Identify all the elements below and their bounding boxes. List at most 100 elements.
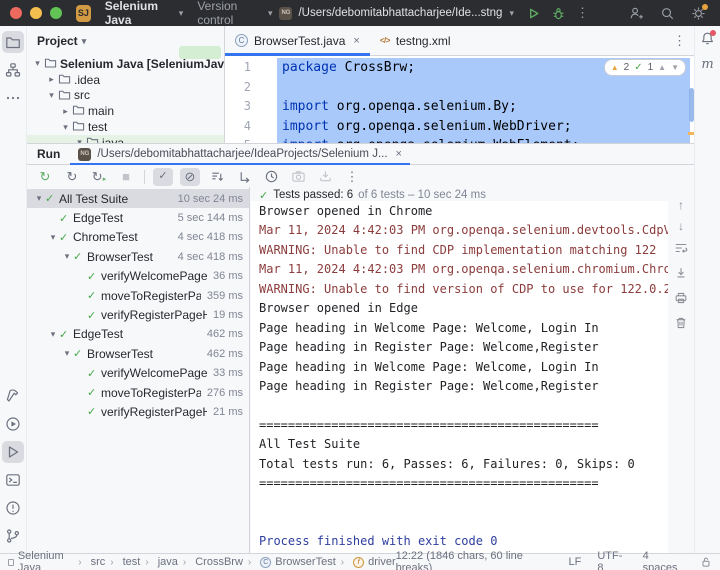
build-hammer-icon[interactable] (2, 385, 24, 407)
editor-body[interactable]: 12345 package CrossBrw; import org.openq… (225, 56, 694, 143)
show-ignored-icon[interactable]: ⊘ (180, 167, 200, 186)
project-tree-row[interactable]: ▾ java (27, 134, 224, 143)
test-tree-row[interactable]: ✓ moveToRegisterPage (1) 276 ms (27, 383, 249, 402)
project-tree-row[interactable]: ▸ .idea (27, 72, 224, 88)
stop-icon[interactable]: ■ (116, 168, 136, 186)
search-icon[interactable] (660, 6, 675, 21)
sort-by-duration-icon[interactable] (261, 168, 281, 186)
test-tree-row[interactable]: ▾ ✓ BrowserTest 462 ms (27, 344, 249, 363)
more-icon[interactable]: ⋮ (342, 168, 362, 186)
project-menu[interactable]: Selenium Java ▾ (98, 0, 191, 27)
tree-chevron-icon[interactable]: ▾ (45, 90, 58, 101)
test-console[interactable]: ✓ Tests passed: 6 of 6 tests – 10 sec 24… (251, 187, 668, 553)
clear-all-icon[interactable] (674, 316, 688, 332)
maximize-window-button[interactable] (50, 7, 62, 19)
next-problem-icon[interactable]: ▼ (671, 63, 679, 72)
breadcrumb-item[interactable]: › C BrowserTest (243, 556, 336, 568)
tree-chevron-icon[interactable]: ▸ (45, 74, 58, 85)
tree-chevron-icon[interactable]: ▸ (59, 106, 72, 117)
breadcrumb-item[interactable]: › src (73, 556, 105, 568)
inspection-widget[interactable]: ▲ 2 ✓ 1 ▲ ▼ (603, 59, 686, 76)
vcs-menu[interactable]: Version control ▾ (190, 0, 279, 27)
tree-chevron-icon[interactable]: ▾ (33, 193, 45, 204)
test-tree-row[interactable]: ✓ verifyWelcomePageHeading (1) 33 ms (27, 364, 249, 383)
tab-options-icon[interactable]: ⋮ (673, 33, 686, 49)
settings-gear-icon[interactable] (691, 3, 708, 21)
close-window-button[interactable] (10, 7, 22, 19)
breadcrumb-separator: › (247, 556, 252, 568)
test-snapshot-icon[interactable] (288, 168, 308, 186)
print-icon[interactable] (674, 291, 688, 307)
tree-chevron-icon[interactable]: ▾ (47, 329, 59, 340)
run-tab[interactable]: NG /Users/debomitabhattacharjee/IdeaProj… (70, 144, 410, 165)
scroll-down-icon[interactable]: ↓ (678, 220, 684, 232)
breadcrumb-item[interactable]: › java (140, 556, 178, 568)
project-tree-row[interactable]: ▾ test (27, 119, 224, 135)
indent-setting[interactable]: 4 spaces (643, 550, 684, 570)
scroll-to-end-icon[interactable] (674, 266, 688, 282)
debug-bug-icon[interactable] (551, 6, 566, 21)
run-icon[interactable] (526, 6, 541, 21)
code-line: import org.openqa.selenium.WebDriver; (282, 118, 572, 134)
minimize-window-button[interactable] (30, 7, 42, 19)
tree-chevron-icon[interactable]: ▾ (61, 251, 73, 262)
tree-chevron-icon[interactable]: ▾ (47, 232, 59, 243)
add-user-icon[interactable] (629, 6, 644, 21)
test-tree-row[interactable]: ✓ verifyWelcomePageHeading 36 ms (27, 267, 249, 286)
scroll-up-icon[interactable]: ↑ (678, 199, 684, 211)
project-tree-row[interactable]: ▾ src (27, 88, 224, 104)
test-tree-row[interactable]: ▾ ✓ EdgeTest 462 ms (27, 325, 249, 344)
file-encoding[interactable]: UTF-8 (597, 550, 626, 570)
project-panel-title[interactable]: Project (37, 34, 78, 48)
terminal-icon[interactable] (2, 469, 24, 491)
more-icon[interactable]: ⋮ (576, 5, 589, 21)
console-line: Browser opened in Chrome (259, 204, 433, 218)
test-tree-row[interactable]: ▾ ✓ BrowserTest 4 sec 418 ms (27, 247, 249, 266)
structure-icon[interactable] (2, 59, 24, 81)
ide-window: SJ Selenium Java ▾ Version control ▾ NG … (0, 0, 720, 570)
test-tree-row[interactable]: ▾ ✓ ChromeTest 4 sec 418 ms (27, 228, 249, 247)
breadcrumb-item[interactable]: › CrossBrw (178, 556, 243, 568)
project-tree-row[interactable]: ▸ main (27, 103, 224, 119)
tab-browsertest-java[interactable]: C BrowserTest.java × (225, 26, 370, 56)
more-icon[interactable] (2, 87, 24, 109)
breadcrumb-item[interactable]: › Selenium Java (8, 550, 73, 570)
run-configuration-selector[interactable]: /Users/debomitabhattacharjee/Ide...stng.… (298, 7, 503, 19)
project-folder-icon[interactable] (2, 31, 24, 53)
toggle-auto-test-icon[interactable]: ↻▸ (89, 168, 109, 186)
close-tab-icon[interactable]: × (396, 148, 402, 160)
lock-icon[interactable] (700, 556, 712, 568)
problems-icon[interactable] (2, 497, 24, 519)
breadcrumb-item[interactable]: › test (105, 556, 140, 568)
notifications-bell-icon[interactable] (700, 30, 716, 49)
test-tree-row[interactable]: ✓ moveToRegisterPage 359 ms (27, 286, 249, 305)
close-tab-icon[interactable]: × (353, 35, 359, 47)
run-tool-window-icon[interactable] (2, 441, 24, 463)
line-separator[interactable]: LF (568, 556, 581, 568)
rerun-failed-icon[interactable]: ↻ (62, 168, 82, 186)
breadcrumb-item[interactable]: › f driver (336, 556, 396, 568)
soft-wrap-icon[interactable] (674, 241, 688, 257)
prev-problem-icon[interactable]: ▲ (658, 63, 666, 72)
navigate-icon[interactable] (234, 168, 254, 186)
services-icon[interactable] (2, 413, 24, 435)
caret-position[interactable]: 12:22 (1846 chars, 60 line breaks) (396, 550, 553, 570)
test-tree-row[interactable]: ✓ verifyRegisterPageHeading 19 ms (27, 305, 249, 324)
git-branch-icon[interactable] (2, 525, 24, 547)
maven-icon[interactable]: m (701, 57, 713, 72)
rerun-icon[interactable]: ↻ (35, 168, 55, 186)
tree-chevron-icon[interactable]: ▾ (31, 58, 44, 69)
sort-icon[interactable] (207, 168, 227, 186)
import-results-icon[interactable] (315, 168, 335, 186)
console-output[interactable]: Browser opened in Chrome Mar 11, 2024 4:… (251, 197, 668, 552)
test-tree-row[interactable]: ▾ ✓ All Test Suite 10 sec 24 ms (27, 189, 249, 209)
console-line: Page heading in Welcome Page: Welcome, L… (259, 320, 599, 335)
tree-chevron-icon[interactable]: ▾ (59, 122, 72, 133)
tree-chevron-icon[interactable]: ▾ (61, 348, 73, 359)
test-tree-row[interactable]: ✓ EdgeTest 5 sec 144 ms (27, 208, 249, 227)
show-passed-icon[interactable]: ✓ (153, 167, 173, 186)
test-passed-icon: ✓ (73, 251, 83, 264)
test-tree-row[interactable]: ✓ verifyRegisterPageHeading (1) 21 ms (27, 402, 249, 421)
tab-testng-xml[interactable]: </> testng.xml (370, 26, 461, 55)
